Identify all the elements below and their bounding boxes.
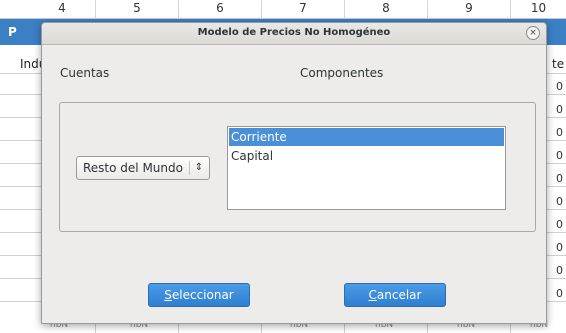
updown-arrow-icon: ⇕ [194,162,204,173]
cell-value[interactable]: 0 [556,264,563,277]
componentes-label: Componentes [300,66,384,80]
column-header[interactable]: 4 [29,0,96,18]
sheet-title-text: P [8,25,17,39]
cell-value[interactable]: 0 [556,149,563,162]
cell-value[interactable]: 0 [556,218,563,231]
cancel-button-mnemonic: C [368,288,377,302]
list-item-corriente[interactable]: Corriente [229,128,504,146]
price-model-dialog: Modelo de Precios No Homogéneo × Cuentas… [41,22,547,324]
select-button-mnemonic: S [164,288,172,302]
cancel-button-label: ancelar [376,288,422,302]
dialog-title: Modelo de Precios No Homogéneo [197,27,391,38]
componentes-list[interactable]: Corriente Capital [227,126,506,210]
column-header[interactable]: 9 [428,0,511,18]
column-header[interactable]: 6 [179,0,262,18]
cancel-button[interactable]: Cancelar [344,283,446,307]
column-header[interactable]: 10 [511,0,566,18]
cell-value[interactable]: 0 [556,172,563,185]
cell-value[interactable]: 0 [556,80,563,93]
cuentas-combobox[interactable]: Resto del Mundo ⇕ [76,156,210,180]
select-button[interactable]: Seleccionar [148,283,250,307]
combobox-value: Resto del Mundo [83,161,183,175]
dialog-titlebar[interactable]: Modelo de Precios No Homogéneo × [42,23,546,45]
column-header[interactable]: 7 [262,0,345,18]
select-button-label: eleccionar [171,288,234,302]
cell-value[interactable]: 0 [556,241,563,254]
column-header-row: 4 5 6 7 8 9 10 [0,0,566,19]
cell-value[interactable]: 0 [556,126,563,139]
cell-value[interactable]: 0 [556,287,563,300]
column-header[interactable]: 5 [96,0,179,18]
cell-value[interactable]: 0 [556,103,563,116]
cuentas-label: Cuentas [60,66,110,80]
combobox-divider [189,161,190,175]
list-item-capital[interactable]: Capital [229,147,504,165]
close-icon[interactable]: × [526,26,540,40]
column-header[interactable]: 8 [345,0,428,18]
row-label-right: te [552,57,565,71]
cell-value[interactable]: 0 [556,195,563,208]
